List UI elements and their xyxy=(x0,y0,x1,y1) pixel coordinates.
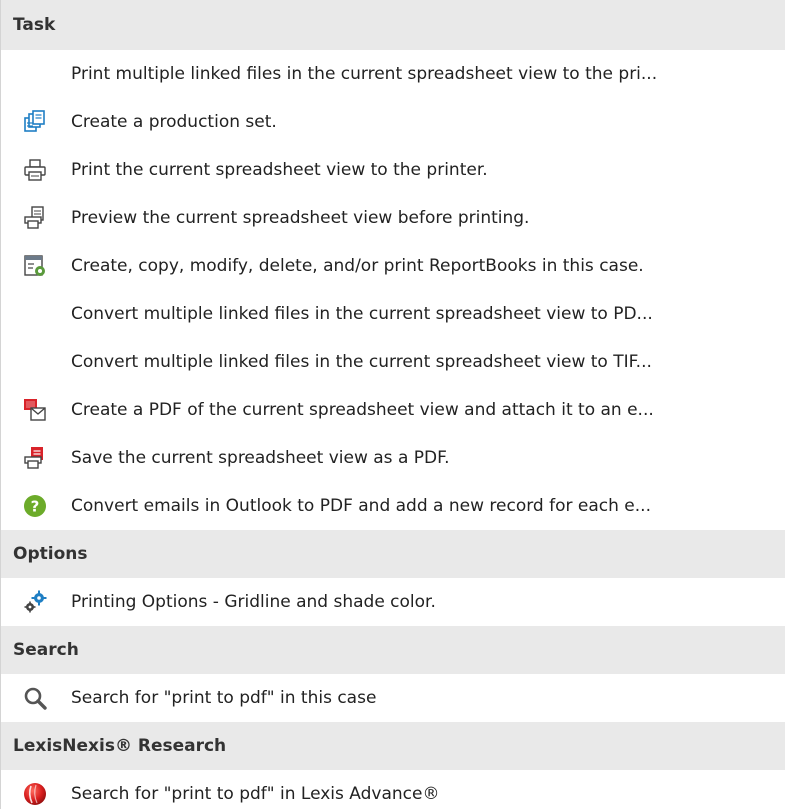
item-label: Create a production set. xyxy=(71,112,277,132)
help-question-icon: ? xyxy=(24,495,46,517)
task-print-linked-files[interactable]: Print multiple linked files in the curre… xyxy=(1,50,785,98)
svg-text:?: ? xyxy=(31,498,40,516)
section-header-lexisnexis: LexisNexis® Research xyxy=(1,722,785,770)
item-label: Create a PDF of the current spreadsheet … xyxy=(71,400,654,420)
item-label: Search for "print to pdf" in this case xyxy=(71,688,377,708)
pdf-email-icon xyxy=(24,399,46,421)
save-pdf-icon xyxy=(24,447,43,469)
item-label: Print the current spreadsheet view to th… xyxy=(71,160,488,180)
lexis-advance-icon xyxy=(24,783,46,805)
search-results-panel: Task Print multiple linked files in the … xyxy=(0,0,785,809)
task-convert-to-tif[interactable]: Convert multiple linked files in the cur… xyxy=(1,338,785,386)
printer-icon xyxy=(24,159,46,181)
item-label: Save the current spreadsheet view as a P… xyxy=(71,448,450,468)
search-in-case[interactable]: Search for "print to pdf" in this case xyxy=(1,674,785,722)
task-preview-view[interactable]: Preview the current spreadsheet view bef… xyxy=(1,194,785,242)
task-reportbooks[interactable]: Create, copy, modify, delete, and/or pri… xyxy=(1,242,785,290)
task-create-production-set[interactable]: Create a production set. xyxy=(1,98,785,146)
reportbook-icon xyxy=(24,255,45,276)
gears-icon xyxy=(24,590,47,613)
item-label: Printing Options - Gridline and shade co… xyxy=(71,592,436,612)
print-preview-icon xyxy=(24,206,44,229)
search-lexis-advance[interactable]: Search for "print to pdf" in Lexis Advan… xyxy=(1,770,785,809)
task-print-view[interactable]: Print the current spreadsheet view to th… xyxy=(1,146,785,194)
item-label: Create, copy, modify, delete, and/or pri… xyxy=(71,256,644,276)
item-label: Search for "print to pdf" in Lexis Advan… xyxy=(71,784,440,804)
section-header-task: Task xyxy=(1,0,785,50)
item-label: Convert multiple linked files in the cur… xyxy=(71,304,653,324)
item-label: Preview the current spreadsheet view bef… xyxy=(71,208,530,228)
section-header-options: Options xyxy=(1,530,785,578)
section-header-search: Search xyxy=(1,626,785,674)
task-pdf-email[interactable]: Create a PDF of the current spreadsheet … xyxy=(1,386,785,434)
task-save-pdf[interactable]: Save the current spreadsheet view as a P… xyxy=(1,434,785,482)
task-convert-outlook-emails[interactable]: ? Convert emails in Outlook to PDF and a… xyxy=(1,482,785,530)
task-convert-to-pdf[interactable]: Convert multiple linked files in the cur… xyxy=(1,290,785,338)
item-label: Print multiple linked files in the curre… xyxy=(71,64,658,84)
item-label: Convert emails in Outlook to PDF and add… xyxy=(71,496,651,516)
production-set-icon xyxy=(24,110,45,132)
option-printing-options[interactable]: Printing Options - Gridline and shade co… xyxy=(1,578,785,626)
search-icon xyxy=(24,687,47,710)
item-label: Convert multiple linked files in the cur… xyxy=(71,352,652,372)
